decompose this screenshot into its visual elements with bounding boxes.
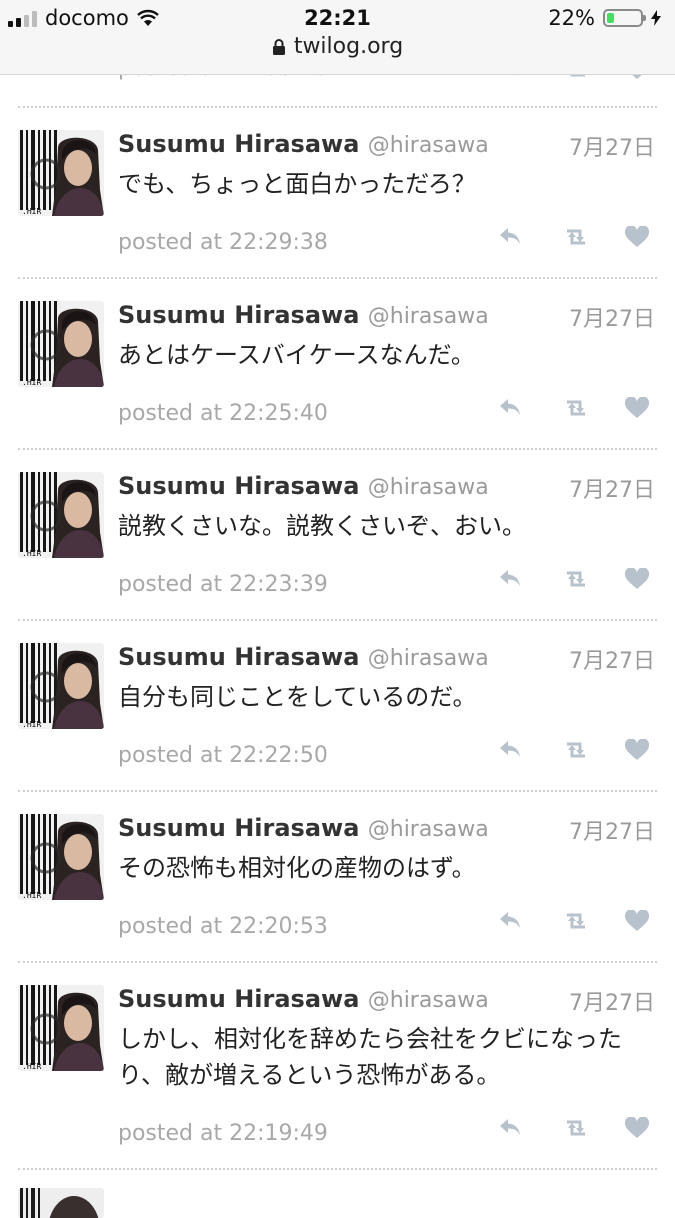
avatar[interactable] xyxy=(18,1188,104,1218)
svg-text:.HIR: .HIR xyxy=(22,378,41,387)
avatar[interactable]: .HIR xyxy=(18,985,104,1071)
charging-bolt-icon xyxy=(651,10,661,26)
svg-text:.HIR: .HIR xyxy=(22,720,41,729)
tweet-date[interactable]: 7月27日 xyxy=(569,643,655,675)
reply-icon[interactable] xyxy=(498,397,522,417)
tweet-text: 自分も同じことをしているのだ。 xyxy=(118,683,477,711)
retweet-icon[interactable] xyxy=(562,570,590,588)
status-bar: docomo 22:21 22% twilog.org xyxy=(0,0,675,75)
retweet-icon[interactable] xyxy=(562,912,590,930)
reply-icon[interactable] xyxy=(498,739,522,759)
reply-icon[interactable] xyxy=(498,226,522,246)
posted-time[interactable]: posted at 22:29:38 xyxy=(118,230,328,255)
tweet-date[interactable]: 7月27日 xyxy=(569,130,655,162)
battery-icon xyxy=(603,9,646,27)
tweet-item[interactable]: .HIR Susumu Hirasawa @hirasawa 7月27日 その恐… xyxy=(18,792,657,963)
heart-icon[interactable] xyxy=(624,226,650,248)
author-name[interactable]: Susumu Hirasawa @hirasawa xyxy=(118,985,489,1013)
tweet-text: その恐怖も相対化の産物のはず。 xyxy=(118,854,476,882)
tweet-date[interactable]: 7月27日 xyxy=(569,814,655,846)
author-name[interactable]: Susumu Hirasawa @hirasawa xyxy=(118,130,489,158)
lock-icon xyxy=(272,38,285,55)
reply-icon[interactable] xyxy=(498,910,522,930)
address-bar[interactable]: twilog.org xyxy=(0,34,675,59)
author-name[interactable]: Susumu Hirasawa @hirasawa xyxy=(118,301,489,329)
avatar[interactable]: .HIR xyxy=(18,130,104,216)
svg-text:.HIR: .HIR xyxy=(22,1062,41,1071)
heart-icon[interactable] xyxy=(624,910,650,932)
user-handle[interactable]: @hirasawa xyxy=(368,988,489,1013)
retweet-icon[interactable] xyxy=(562,741,590,759)
reply-icon[interactable] xyxy=(498,568,522,588)
posted-time[interactable]: posted at 22:23:39 xyxy=(118,572,328,597)
posted-time[interactable]: posted at 22:19:49 xyxy=(118,1121,328,1146)
reply-icon[interactable] xyxy=(498,1117,522,1137)
tweet-text: 説教くさいな。説教くさいぞ、おい。 xyxy=(118,512,526,540)
url-text[interactable]: twilog.org xyxy=(294,34,403,59)
display-name[interactable]: Susumu Hirasawa xyxy=(118,643,359,671)
display-name[interactable]: Susumu Hirasawa xyxy=(118,985,359,1013)
avatar[interactable]: .HIR xyxy=(18,301,104,387)
posted-time[interactable]: posted at 22:25:40 xyxy=(118,401,328,426)
tweet-partial-bottom xyxy=(18,1168,657,1218)
avatar[interactable]: .HIR xyxy=(18,814,104,900)
retweet-icon[interactable] xyxy=(562,228,590,246)
display-name[interactable]: Susumu Hirasawa xyxy=(118,301,359,329)
author-name[interactable]: Susumu Hirasawa @hirasawa xyxy=(118,472,489,500)
tweet-item[interactable]: .HIR Susumu Hirasawa @hirasawa 7月27日 しかし… xyxy=(18,963,657,1170)
battery-group: 22% xyxy=(548,6,661,30)
svg-text:.HIR: .HIR xyxy=(22,549,41,558)
display-name[interactable]: Susumu Hirasawa xyxy=(118,814,359,842)
display-name[interactable]: Susumu Hirasawa xyxy=(118,130,359,158)
tweet-text: でも、ちょっと面白かっただろ？ xyxy=(118,170,476,198)
svg-text:.HIR: .HIR xyxy=(22,891,41,900)
tweet-item[interactable]: .HIR Susumu Hirasawa @hirasawa 7月27日 自分も… xyxy=(18,621,657,792)
avatar[interactable]: .HIR xyxy=(18,472,104,558)
avatar[interactable]: .HIR xyxy=(18,643,104,729)
tweet-date[interactable]: 7月27日 xyxy=(569,301,655,333)
tweet-date[interactable]: 7月27日 xyxy=(569,472,655,504)
svg-text:.HIR: .HIR xyxy=(22,207,41,216)
posted-time[interactable]: posted at 22:22:50 xyxy=(118,743,328,768)
author-name[interactable]: Susumu Hirasawa @hirasawa xyxy=(118,643,489,671)
heart-icon[interactable] xyxy=(624,1117,650,1139)
tweet-item[interactable]: .HIR Susumu Hirasawa @hirasawa 7月27日 あとは… xyxy=(18,279,657,450)
tweet-date[interactable]: 7月27日 xyxy=(569,985,655,1017)
retweet-icon[interactable] xyxy=(562,399,590,417)
user-handle[interactable]: @hirasawa xyxy=(368,475,489,500)
retweet-icon[interactable] xyxy=(562,1119,590,1137)
user-handle[interactable]: @hirasawa xyxy=(368,133,489,158)
display-name[interactable]: Susumu Hirasawa xyxy=(118,472,359,500)
user-handle[interactable]: @hirasawa xyxy=(368,646,489,671)
battery-percent: 22% xyxy=(548,6,595,30)
author-name[interactable]: Susumu Hirasawa @hirasawa xyxy=(118,814,489,842)
tweet-item[interactable]: .HIR Susumu Hirasawa @hirasawa 7月27日 説教く… xyxy=(18,450,657,621)
heart-icon[interactable] xyxy=(624,397,650,419)
tweet-item[interactable]: .HIR Susumu Hirasawa @hirasawa 7月27日 でも、… xyxy=(18,108,657,279)
heart-icon[interactable] xyxy=(624,568,650,590)
user-handle[interactable]: @hirasawa xyxy=(368,817,489,842)
posted-time[interactable]: posted at 22:20:53 xyxy=(118,914,328,939)
tweet-text: あとはケースバイケースなんだ。 xyxy=(118,341,475,369)
user-handle[interactable]: @hirasawa xyxy=(368,304,489,329)
heart-icon[interactable] xyxy=(624,739,650,761)
tweet-text: しかし、相対化を辞めたら会社をクビになったり、敵が増えるという恐怖がある。 xyxy=(118,1025,622,1089)
